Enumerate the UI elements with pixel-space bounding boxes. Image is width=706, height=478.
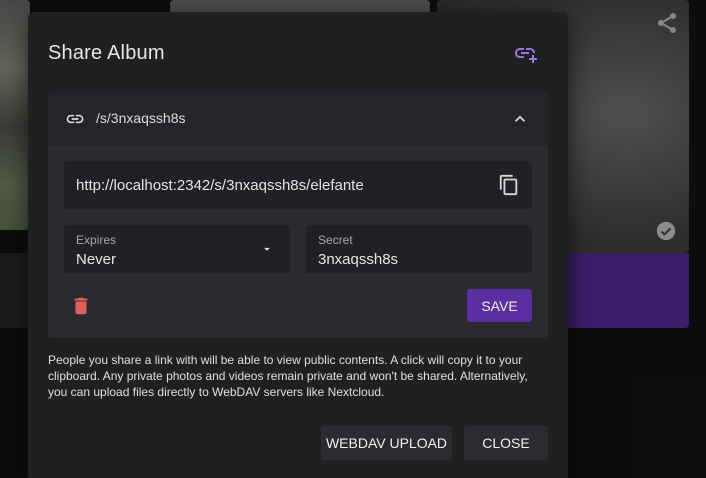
secret-label: Secret: [318, 233, 353, 247]
dropdown-arrow-icon: [264, 247, 270, 251]
expires-value: Never: [76, 251, 117, 268]
close-button[interactable]: CLOSE: [464, 426, 548, 460]
save-button[interactable]: SAVE: [467, 289, 532, 322]
secret-input[interactable]: Secret 3nxaqssh8s: [306, 225, 532, 273]
expires-label: Expires: [76, 233, 117, 247]
add-link-icon: [515, 48, 537, 63]
chevron-up-icon[interactable]: [510, 109, 530, 129]
secret-value[interactable]: 3nxaqssh8s: [318, 251, 398, 268]
expires-select[interactable]: Expires Never: [64, 225, 290, 273]
link-icon: [66, 114, 84, 124]
share-album-dialog: Share Album /s/3nxaqssh8s http://localho…: [28, 12, 568, 478]
share-link-path: /s/3nxaqssh8s: [96, 110, 186, 126]
share-url[interactable]: http://localhost:2342/s/3nxaqssh8s/elefa…: [76, 177, 364, 194]
share-url-field[interactable]: http://localhost:2342/s/3nxaqssh8s/elefa…: [64, 161, 532, 209]
dialog-title: Share Album: [48, 42, 165, 64]
share-info-text: People you share a link with will be abl…: [48, 353, 528, 399]
share-link-panel: /s/3nxaqssh8s http://localhost:2342/s/3n…: [48, 92, 548, 338]
trash-icon[interactable]: [70, 295, 92, 317]
webdav-upload-button[interactable]: WEBDAV UPLOAD: [321, 426, 452, 460]
share-link-header[interactable]: /s/3nxaqssh8s: [48, 92, 548, 146]
add-link-button[interactable]: [512, 40, 538, 66]
copy-icon[interactable]: [498, 174, 520, 196]
